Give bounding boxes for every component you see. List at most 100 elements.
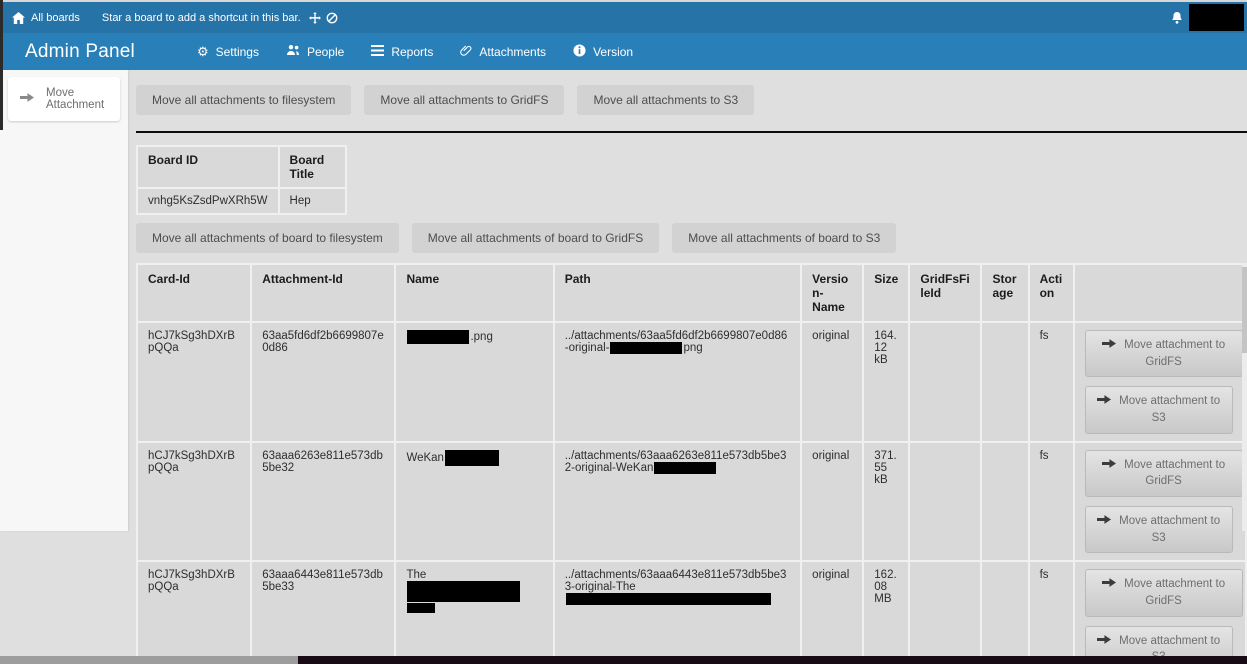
attachments-table-header: Storage (982, 265, 1027, 321)
arrow-right-icon (1102, 339, 1124, 351)
attachment-cell-attachment-id: 63aaa6443e811e573db5be33 (252, 562, 394, 664)
attachment-cell-version-name: original (802, 443, 862, 561)
cell-text: The (616, 581, 636, 593)
attachment-cell-action: fs (1030, 323, 1073, 441)
attachment-cell-size: 164.12 kB (864, 323, 908, 441)
vertical-scrollbar[interactable] (1242, 263, 1247, 531)
page-title: Admin Panel (25, 41, 135, 63)
attachment-cell-path: ../attachments/63aaa6443e811e573db5be33-… (555, 562, 800, 664)
people-icon (286, 44, 300, 59)
menu-item-version[interactable]: Version (573, 44, 633, 60)
menu-item-label: Version (593, 45, 633, 59)
move-all-attachments-button-3[interactable]: Move all attachments to S3 (577, 85, 754, 115)
attachment-cell-path: ../attachments/63aaa6263e811e573db5be32-… (555, 443, 800, 561)
attachment-cell-attachment-id: 63aa5fd6df2b6699807e0d86 (252, 323, 394, 441)
menu-item-reports[interactable]: Reports (371, 45, 433, 59)
attachment-cell-size: 371.55 kB (864, 443, 908, 561)
arrow-right-icon (1102, 459, 1124, 471)
attachments-header-row: Card-IdAttachment-IdNamePathVersion-Name… (138, 265, 1245, 321)
paperclip-icon (460, 44, 472, 60)
sidebar-item-move-attachment[interactable]: Move Attachment (8, 77, 120, 121)
move-all-attachments-button-1[interactable]: Move all attachments to filesystem (136, 85, 351, 115)
global-move-buttons: Move all attachments to filesystem Move a… (136, 85, 1247, 115)
button-label: Move attachment to GridFS (1124, 459, 1225, 488)
all-boards-link[interactable]: All boards (12, 12, 80, 24)
board-table-cell: vnhg5KsZsdPwXRh5W (138, 189, 278, 213)
redacted-text (610, 342, 682, 354)
horizontal-scrollbar-thumb[interactable] (0, 656, 298, 664)
user-account-redacted[interactable] (1189, 4, 1244, 31)
attachments-table-header: Size (864, 265, 908, 321)
arrow-right-icon (20, 92, 34, 106)
attachments-table-header: Action (1030, 265, 1073, 321)
cell-text: .png (470, 331, 492, 343)
attachment-cell-gridfs-file-id (910, 562, 980, 664)
menu-item-label: Settings (216, 45, 259, 59)
attachments-table-header (1075, 265, 1245, 321)
divider-line (136, 131, 1247, 133)
all-boards-label: All boards (31, 12, 80, 24)
board-move-buttons: Move all attachments of board to filesys… (136, 223, 1247, 253)
redacted-text (566, 593, 771, 605)
attachment-cell-name: .png (396, 323, 552, 441)
redacted-text (407, 581, 520, 602)
move-attachment-to-s3-button[interactable]: Move attachment to S3 (1085, 506, 1233, 553)
move-icon[interactable] (309, 12, 321, 24)
attachments-table-header: Version-Name (802, 265, 862, 321)
board-info-table: Board IDBoard Title vnhg5KsZsdPwXRh5WHep (136, 145, 347, 215)
sidebar: Move Attachment (0, 70, 128, 531)
admin-header-bar: Admin Panel ⚙ Settings People Reports Attach… (0, 33, 1247, 70)
redacted-text (445, 450, 499, 466)
attachment-cell-action: fs (1030, 562, 1073, 664)
menu-item-attachments[interactable]: Attachments (460, 44, 546, 60)
move-attachment-to-s3-button[interactable]: Move attachment to S3 (1085, 386, 1233, 433)
redacted-text (654, 462, 716, 474)
move-all-attachments-button-2[interactable]: Move all attachments to GridFS (364, 85, 564, 115)
redacted-text (407, 603, 435, 613)
attachment-cell-storage (982, 443, 1027, 561)
horizontal-scrollbar[interactable] (0, 656, 1247, 664)
menu-item-label: People (307, 45, 344, 59)
attachment-cell-action: fs (1030, 443, 1073, 561)
redacted-text (407, 330, 469, 344)
attachment-cell-buttons: Move attachment to GridFS Move attachment… (1075, 443, 1245, 561)
move-attachment-to-gridfs-button[interactable]: Move attachment to GridFS (1085, 330, 1243, 377)
info-icon (573, 44, 586, 60)
cell-text: The (406, 569, 426, 581)
menu-item-people[interactable]: People (286, 44, 344, 59)
move-attachment-to-gridfs-button[interactable]: Move attachment to GridFS (1085, 450, 1243, 497)
menu-item-label: Attachments (479, 45, 546, 59)
attachment-cell-gridfs-file-id (910, 443, 980, 561)
board-table-header-row: Board IDBoard Title (138, 147, 345, 187)
menu-item-label: Reports (391, 45, 433, 59)
main-content: Move all attachments to filesystem Move a… (136, 70, 1247, 664)
attachment-cell-version-name: original (802, 323, 862, 441)
move-board-attachments-button-2[interactable]: Move all attachments of board to GridFS (412, 223, 659, 253)
board-table-cell: Hep (280, 189, 345, 213)
move-board-attachments-button-1[interactable]: Move all attachments of board to filesys… (136, 223, 399, 253)
vertical-scrollbar-thumb[interactable] (1242, 267, 1247, 353)
ban-icon[interactable] (326, 12, 338, 24)
attachment-row: hCJ7kSg3hDXrBpQQa63aa5fd6df2b6699807e0d8… (138, 323, 1245, 441)
attachment-cell-buttons: Move attachment to GridFSMove attachment… (1075, 562, 1245, 664)
button-label: Move attachment to S3 (1119, 395, 1220, 424)
bell-icon[interactable] (1171, 11, 1183, 25)
move-attachment-to-gridfs-button[interactable]: Move attachment to GridFS (1085, 569, 1243, 616)
attachment-cell-card-id: hCJ7kSg3hDXrBpQQa (138, 443, 250, 561)
attachment-cell-name: WeKan (396, 443, 552, 561)
cell-text: ../attachments/63aaa6443e811e573db5be33-… (565, 569, 787, 593)
move-board-attachments-button-3[interactable]: Move all attachments of board to S3 (672, 223, 896, 253)
window-left-edge (0, 0, 3, 130)
menu-item-settings[interactable]: ⚙ Settings (197, 45, 259, 59)
arrow-right-icon (1097, 635, 1119, 647)
attachments-table: Card-IdAttachment-IdNamePathVersion-Name… (136, 263, 1247, 664)
attachment-cell-size: 162.08 MB (864, 562, 908, 664)
attachment-cell-storage (982, 323, 1027, 441)
admin-menu: ⚙ Settings People Reports Attachments Version (197, 44, 633, 60)
arrow-right-icon (1102, 578, 1124, 590)
attachment-cell-attachment-id: 63aaa6263e811e573db5be32 (252, 443, 394, 561)
button-label: Move attachment to GridFS (1124, 578, 1225, 607)
gear-icon: ⚙ (197, 45, 209, 59)
attachment-row: hCJ7kSg3hDXrBpQQa63aaa6263e811e573db5be3… (138, 443, 1245, 561)
attachment-cell-card-id: hCJ7kSg3hDXrBpQQa (138, 323, 250, 441)
